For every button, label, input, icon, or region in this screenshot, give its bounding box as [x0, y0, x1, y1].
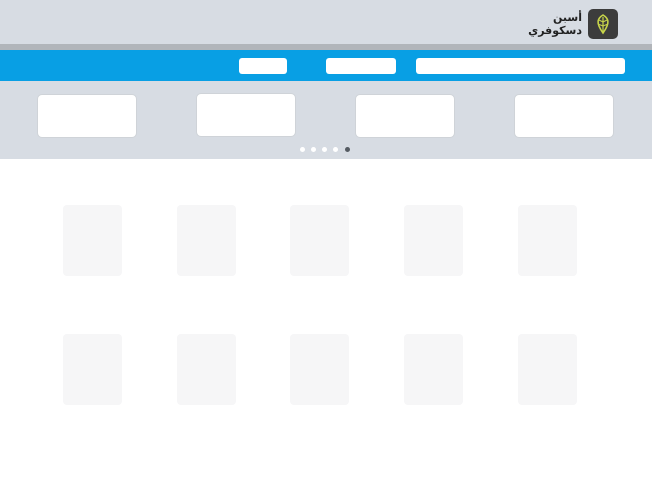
carousel-card[interactable] [196, 93, 296, 137]
product-card[interactable] [290, 205, 349, 276]
logo-wordmark: أسبن دسكوفري [528, 11, 582, 37]
nav-button-1[interactable] [239, 58, 287, 74]
leaf-icon [588, 9, 618, 39]
carousel-card[interactable] [37, 94, 137, 138]
carousel-card[interactable] [514, 94, 614, 138]
product-card[interactable] [63, 334, 122, 405]
product-card[interactable] [177, 334, 236, 405]
product-card[interactable] [63, 205, 122, 276]
category-carousel [0, 81, 652, 159]
product-card[interactable] [518, 334, 577, 405]
product-card[interactable] [290, 334, 349, 405]
carousel-dot-1[interactable] [300, 147, 305, 152]
product-card[interactable] [518, 205, 577, 276]
logo[interactable]: أسبن دسكوفري [528, 9, 618, 39]
nav-button-2[interactable] [326, 58, 396, 74]
carousel-dot-2[interactable] [311, 147, 316, 152]
carousel-dot-4[interactable] [333, 147, 338, 152]
carousel-card[interactable] [355, 94, 455, 138]
carousel-dot-5-active[interactable] [345, 147, 350, 152]
product-card[interactable] [177, 205, 236, 276]
carousel-dot-3[interactable] [322, 147, 327, 152]
nav-bar [0, 50, 652, 81]
top-header: أسبن دسكوفري [0, 0, 652, 44]
logo-line-1: أسبن [553, 11, 582, 24]
product-card[interactable] [404, 334, 463, 405]
product-card[interactable] [404, 205, 463, 276]
search-input[interactable] [416, 58, 625, 74]
logo-line-2: دسكوفري [528, 24, 582, 37]
